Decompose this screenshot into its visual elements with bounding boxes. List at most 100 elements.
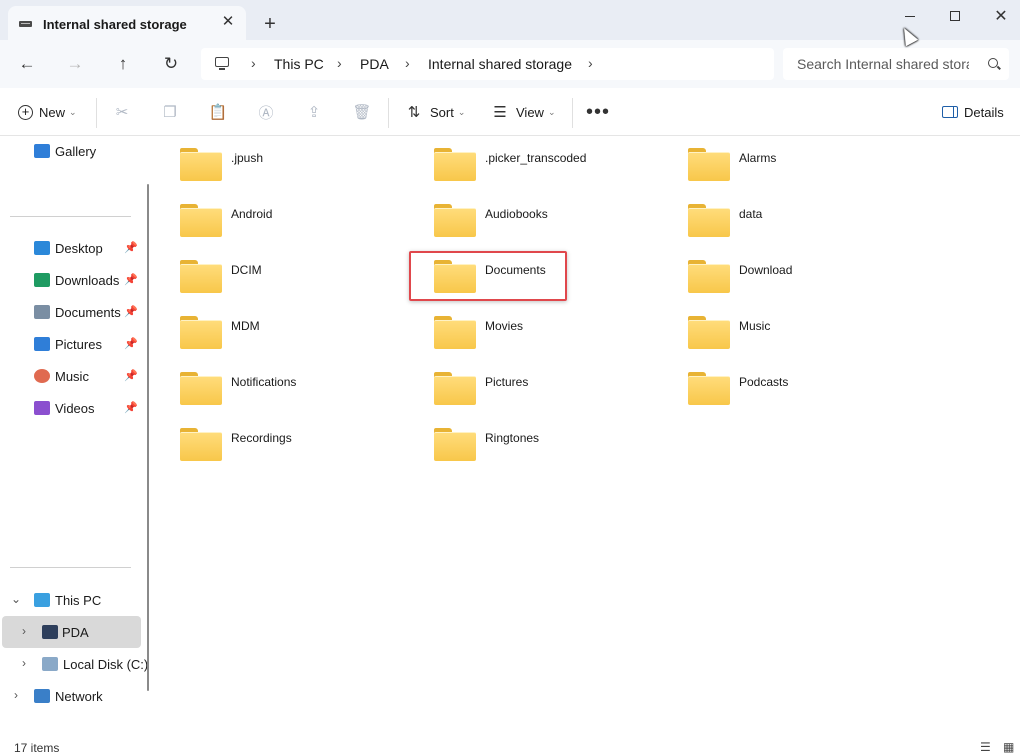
sidebar-item-videos[interactable]: Videos 📌: [0, 392, 139, 424]
view-label: View: [516, 104, 544, 120]
folder-icon: [180, 428, 222, 461]
view-icon: ☰: [493, 104, 507, 121]
breadcrumb-pda[interactable]: PDA: [360, 56, 389, 72]
folder-icon: [688, 204, 730, 237]
details-button[interactable]: Details: [942, 100, 1004, 124]
paste-button[interactable]: 📋: [208, 100, 228, 124]
new-tab-button[interactable]: +: [259, 12, 281, 36]
folder-icon: [688, 148, 730, 181]
delete-icon: 🗑: [352, 104, 372, 121]
sidebar-item-gallery[interactable]: Gallery: [0, 136, 139, 168]
sidebar-item-documents[interactable]: Documents 📌: [0, 296, 139, 328]
chevron-right-icon[interactable]: ›: [337, 55, 342, 71]
up-button[interactable]: ↑: [110, 52, 136, 76]
tab-close-button[interactable]: ✕: [218, 12, 238, 32]
folder-item[interactable]: .jpush: [156, 136, 406, 184]
computer-icon: [34, 593, 50, 607]
more-options-button[interactable]: •••: [586, 100, 610, 124]
folder-icon: [180, 260, 222, 293]
forward-button[interactable]: →: [62, 52, 88, 76]
document-icon: [34, 305, 50, 319]
pin-icon[interactable]: 📌: [124, 369, 138, 382]
sidebar-item-pictures[interactable]: Pictures 📌: [0, 328, 139, 360]
folder-item[interactable]: Audiobooks: [410, 192, 660, 240]
folder-icon: [180, 316, 222, 349]
tab-internal-shared-storage[interactable]: Internal shared storage ✕: [8, 6, 246, 42]
chevron-down-icon: ⌄: [547, 106, 556, 117]
maximize-button[interactable]: [932, 0, 978, 32]
status-bar: 17 items ☰ ▦: [0, 736, 1020, 756]
breadcrumb-this-pc[interactable]: This PC: [274, 56, 324, 72]
new-button[interactable]: + New ⌄: [18, 100, 77, 124]
folder-item[interactable]: Pictures: [410, 360, 660, 408]
folder-item[interactable]: Music: [664, 304, 914, 352]
chevron-right-icon[interactable]: ›: [18, 624, 30, 638]
sidebar-item-this-pc[interactable]: ⌄ This PC: [0, 584, 139, 616]
sort-button[interactable]: ⇅ Sort ⌄: [404, 100, 466, 124]
folder-item[interactable]: Ringtones: [410, 416, 660, 464]
pin-icon[interactable]: 📌: [124, 241, 138, 254]
folder-item[interactable]: .picker_transcoded: [410, 136, 660, 184]
delete-button[interactable]: 🗑: [352, 100, 372, 124]
sidebar-item-label: Pictures: [55, 337, 102, 352]
sidebar-item-network[interactable]: › Network: [0, 680, 139, 712]
folder-item[interactable]: Alarms: [664, 136, 914, 184]
sidebar-item-downloads[interactable]: Downloads 📌: [0, 264, 139, 296]
refresh-button[interactable]: ↻: [158, 52, 184, 76]
sidebar-item-local-disk[interactable]: › Local Disk (C:): [0, 648, 148, 680]
folder-name: Ringtones: [485, 431, 540, 445]
folder-item[interactable]: Movies: [410, 304, 660, 352]
chevron-right-icon[interactable]: ›: [588, 55, 593, 71]
folder-item[interactable]: Podcasts: [664, 360, 914, 408]
folder-name: Audiobooks: [485, 207, 548, 221]
folder-icon: [180, 204, 222, 237]
folder-item[interactable]: Recordings: [156, 416, 406, 464]
folder-name: Alarms: [739, 151, 777, 165]
folder-icon: [434, 148, 476, 181]
chevron-right-icon[interactable]: ›: [405, 55, 410, 71]
chevron-down-icon[interactable]: ⌄: [10, 592, 22, 606]
folder-icon: [180, 148, 222, 181]
pin-icon[interactable]: 📌: [124, 337, 138, 350]
chevron-right-icon[interactable]: ›: [10, 688, 22, 702]
search-input[interactable]: Search Internal shared storage: [797, 56, 969, 72]
folder-item[interactable]: Android: [156, 192, 406, 240]
sidebar-item-music[interactable]: Music 📌: [0, 360, 139, 392]
sort-icon: ⇅: [407, 104, 421, 121]
videos-icon: [34, 401, 50, 415]
breadcrumb-internal-shared-storage[interactable]: Internal shared storage: [428, 56, 572, 72]
folder-name: .jpush: [231, 151, 264, 165]
folder-item[interactable]: data: [664, 192, 914, 240]
cut-button[interactable]: ✂: [112, 100, 132, 124]
folder-item[interactable]: DCIM: [156, 248, 406, 296]
divider: [96, 98, 97, 128]
folder-item[interactable]: Notifications: [156, 360, 406, 408]
address-bar[interactable]: › This PC › PDA › Internal shared storag…: [201, 48, 774, 80]
sidebar-item-label: This PC: [55, 593, 102, 608]
sidebar-scrollbar[interactable]: [147, 184, 149, 691]
pin-icon[interactable]: 📌: [124, 401, 138, 414]
back-button[interactable]: ←: [14, 52, 40, 76]
folder-item[interactable]: Download: [664, 248, 914, 296]
copy-button[interactable]: ❐: [160, 100, 180, 124]
chevron-right-icon[interactable]: ›: [18, 656, 30, 670]
sidebar-item-label: PDA: [62, 625, 89, 640]
sidebar-item-label: Videos: [55, 401, 95, 416]
file-list: .jpush .picker_transcoded Alarms Android…: [156, 136, 1020, 736]
copy-icon: ❐: [163, 104, 177, 121]
rename-button[interactable]: Ⓐ: [256, 100, 276, 124]
search-box[interactable]: Search Internal shared storage: [783, 48, 1009, 80]
sidebar-item-desktop[interactable]: Desktop 📌: [0, 232, 139, 264]
details-label: Details: [964, 104, 1004, 120]
sidebar-item-pda[interactable]: › PDA: [2, 616, 141, 648]
pin-icon[interactable]: 📌: [124, 305, 138, 318]
tiles-view-icon[interactable]: ▦: [1003, 740, 1014, 754]
folder-name: Android: [231, 207, 273, 221]
folder-name: Recordings: [231, 431, 292, 445]
close-window-button[interactable]: ✕: [978, 0, 1020, 32]
pin-icon[interactable]: 📌: [124, 273, 138, 286]
share-button[interactable]: ⇪: [304, 100, 324, 124]
folder-item[interactable]: MDM: [156, 304, 406, 352]
details-view-icon[interactable]: ☰: [980, 740, 991, 754]
view-button[interactable]: ☰ View ⌄: [490, 100, 556, 124]
